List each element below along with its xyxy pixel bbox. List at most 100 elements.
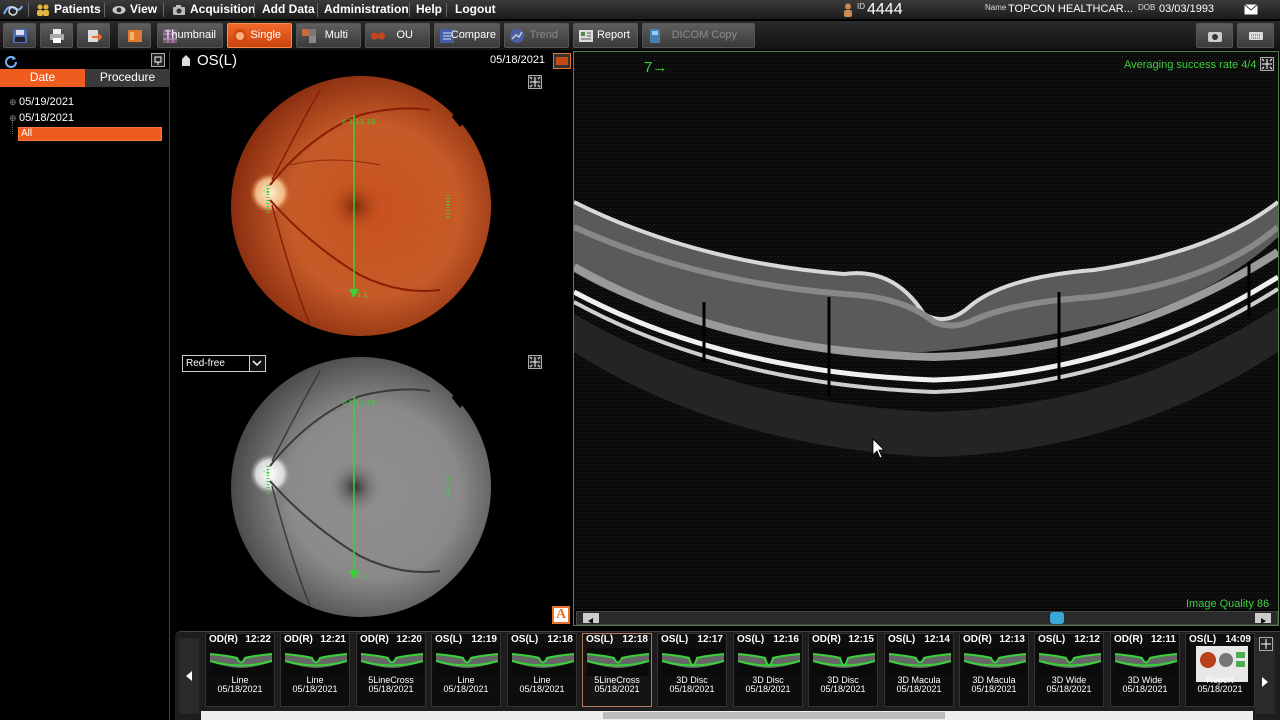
scan-thumbnail[interactable]: OS(L) 14:09 Report 05/18/2021 — [1185, 633, 1255, 707]
thumbnail-eye: OS(L) — [1189, 634, 1217, 645]
thumbnail-time: 12:18 — [622, 634, 648, 645]
bscan-preview-icon — [436, 648, 498, 676]
tab-date[interactable]: Date — [0, 69, 85, 87]
thumbnail-date: 05/18/2021 — [217, 684, 263, 694]
print-button[interactable] — [40, 23, 73, 48]
report-button[interactable]: Report — [573, 23, 638, 48]
menu-view[interactable]: View — [112, 0, 157, 20]
thumbnail-eye: OS(L) — [586, 634, 614, 645]
bscan-preview-icon — [738, 648, 800, 676]
date-item-1[interactable]: 05/19/2021 — [19, 96, 74, 108]
bscan-preview-icon — [813, 648, 875, 676]
all-item[interactable]: All — [18, 127, 162, 141]
thumbnail-time: 12:21 — [320, 634, 346, 645]
scroll-left-button[interactable] — [583, 613, 599, 624]
menu-administration[interactable]: Administration — [324, 0, 409, 20]
arrow-right-icon — [1261, 618, 1266, 624]
patient-icon — [844, 3, 852, 17]
svg-text:1 1 1: 1 1 1 — [350, 291, 368, 299]
camera-icon — [1208, 32, 1222, 42]
scan-thumbnail[interactable]: OS(L) 12:12 3D Wide 05/18/2021 — [1034, 633, 1104, 707]
menu-logout[interactable]: Logout — [455, 0, 496, 20]
scroll-right-button[interactable] — [1255, 613, 1271, 624]
thumbnail-date: 05/18/2021 — [745, 684, 791, 694]
dicom-copy-button[interactable]: DICOM Copy — [642, 23, 755, 48]
date-item-2[interactable]: 05/18/2021 — [19, 112, 74, 124]
expand-icon[interactable] — [528, 75, 542, 89]
color-fundus-image[interactable]: 6 1 11 10 1 1 1 -1 — [230, 75, 495, 340]
thumbnail-time: 12:20 — [396, 634, 422, 645]
thumbnail-eye: OD(R) — [360, 634, 389, 645]
scan-thumbnail[interactable]: OS(L) 12:16 3D Disc 05/18/2021 — [733, 633, 803, 707]
red-free-fundus-image[interactable]: 6 1 11 10 1 1 1 -1 — [230, 356, 495, 621]
multi-button[interactable]: Multi — [296, 23, 361, 48]
thumbnail-eye: OS(L) — [661, 634, 689, 645]
scan-thumbnail[interactable]: OD(R) 12:11 3D Wide 05/18/2021 — [1110, 633, 1180, 707]
scan-thumbnail[interactable]: OD(R) 12:13 3D Macula 05/18/2021 — [959, 633, 1029, 707]
thumbnail-date: 05/18/2021 — [292, 684, 338, 694]
trend-label: Trend — [529, 29, 558, 41]
layout-icon — [128, 30, 142, 42]
thumbnail-date: 05/18/2021 — [443, 684, 489, 694]
thumbnail-eye: OS(L) — [511, 634, 539, 645]
mail-icon[interactable] — [1244, 4, 1258, 15]
strip-scroll-thumb[interactable] — [603, 712, 945, 719]
scan-thumbnail[interactable]: OS(L) 12:19 Line 05/18/2021 — [431, 633, 501, 707]
bscan-preview-icon — [662, 648, 724, 676]
menu-patients-label: Patients — [54, 2, 101, 16]
pin-icon[interactable] — [151, 53, 165, 67]
camera-button[interactable] — [1196, 23, 1233, 48]
arrow-right-icon — [1262, 677, 1268, 687]
expand-icon[interactable] — [1260, 57, 1274, 71]
text-annotation-button[interactable]: A — [552, 606, 570, 624]
thumbnail-eye: OD(R) — [284, 634, 313, 645]
thumbnail-date: 05/18/2021 — [820, 684, 866, 694]
scan-thumbnail[interactable]: OD(R) 12:20 5LineCross 05/18/2021 — [356, 633, 426, 707]
patient-dob-label: DOB — [1138, 3, 1156, 12]
thumbnail-eye: OS(L) — [435, 634, 463, 645]
menu-acquisition[interactable]: Acquisition — [172, 0, 255, 20]
expand-icon[interactable] — [1259, 637, 1273, 651]
refresh-icon[interactable] — [4, 54, 18, 68]
tab-procedure[interactable]: Procedure — [85, 69, 170, 87]
strip-scrollbar[interactable] — [201, 711, 1253, 720]
save-button[interactable] — [3, 23, 36, 48]
menu-separator — [409, 3, 410, 17]
scan-thumbnail[interactable]: OS(L) 12:17 3D Disc 05/18/2021 — [657, 633, 727, 707]
scan-thumbnail[interactable]: OD(R) 12:22 Line 05/18/2021 — [205, 633, 275, 707]
tree-expander-icon[interactable]: ⊕ — [9, 97, 17, 108]
left-panel: Date Procedure ⊕ 05/19/2021 ⊕ 05/18/2021… — [0, 51, 170, 720]
svg-text:1 1 1: 1 1 1 — [350, 572, 368, 580]
scan-thumbnail[interactable]: OD(R) 12:21 Line 05/18/2021 — [280, 633, 350, 707]
thumbnail-eye: OD(R) — [209, 634, 238, 645]
arrow-left-icon — [588, 618, 593, 624]
scroll-thumb[interactable] — [1050, 612, 1064, 624]
patient-dob: 03/03/1993 — [1159, 3, 1215, 15]
menu-patients[interactable]: Patients — [36, 0, 101, 20]
export-button[interactable] — [77, 23, 110, 48]
scan-thumbnail[interactable]: OS(L) 12:14 3D Macula 05/18/2021 — [884, 633, 954, 707]
arrow-left-icon — [186, 671, 192, 681]
oct-bscan-image[interactable] — [574, 52, 1278, 609]
compare-button[interactable]: Compare — [434, 23, 500, 48]
single-button[interactable]: Single — [227, 23, 292, 48]
thumbnail-button[interactable]: Thumbnail — [157, 23, 223, 48]
scan-thumbnail[interactable]: OS(L) 12:18 Line 05/18/2021 — [507, 633, 577, 707]
thumbnail-time: 12:19 — [471, 634, 497, 645]
patient-name: TOPCON HEALTHCAR... — [1008, 3, 1133, 15]
expand-icon[interactable] — [528, 355, 542, 369]
menu-help[interactable]: Help — [416, 0, 442, 20]
strip-left-button[interactable] — [179, 638, 199, 714]
keyboard-button[interactable] — [1237, 23, 1274, 48]
menu-add-data[interactable]: Add Data — [262, 0, 315, 20]
layout-button[interactable] — [118, 23, 151, 48]
oct-scrollbar[interactable] — [576, 611, 1278, 625]
scan-thumbnail[interactable]: OS(L) 12:18 5LineCross 05/18/2021 — [582, 633, 652, 707]
trend-button[interactable]: Trend — [504, 23, 569, 48]
menu-separator — [28, 3, 29, 17]
thumbnail-date: 05/18/2021 — [519, 684, 565, 694]
ou-button[interactable]: OU — [365, 23, 430, 48]
fundus-thumbnail-icon[interactable] — [553, 53, 571, 69]
filter-select-value: Red-free — [186, 358, 225, 369]
scan-thumbnail[interactable]: OD(R) 12:15 3D Disc 05/18/2021 — [808, 633, 878, 707]
